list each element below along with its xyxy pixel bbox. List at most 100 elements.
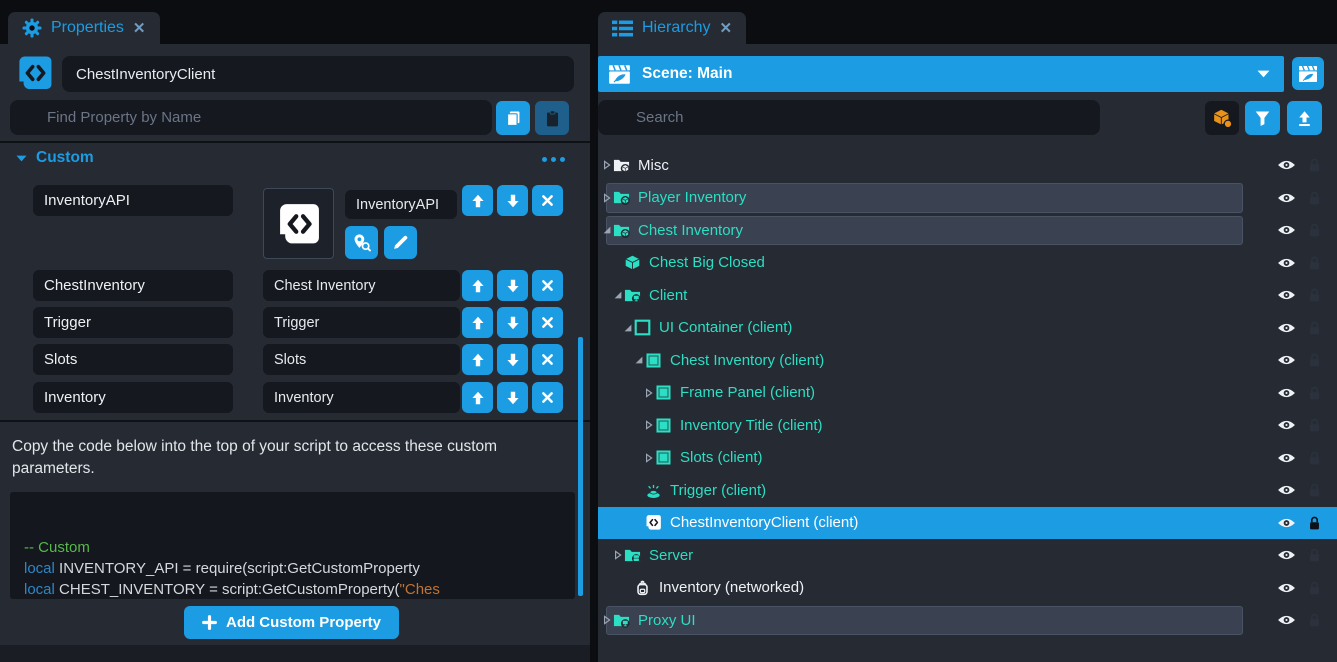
collapse-arrow-icon[interactable]	[602, 225, 612, 235]
move-up-button[interactable]	[462, 185, 493, 216]
script-name-input[interactable]	[62, 56, 574, 92]
eye-icon[interactable]	[1277, 614, 1296, 627]
expand-arrow-icon[interactable]	[644, 388, 654, 398]
eye-icon[interactable]	[1277, 159, 1296, 172]
eye-icon[interactable]	[1277, 354, 1296, 367]
expand-arrow-icon[interactable]	[602, 193, 612, 203]
lock-icon[interactable]	[1308, 190, 1321, 205]
delete-property-button[interactable]	[532, 185, 563, 216]
collapse-arrow-icon[interactable]	[613, 290, 623, 300]
tree-row-player-inventory[interactable]: Player Inventory	[598, 182, 1337, 215]
ellipsis-icon[interactable]	[542, 157, 565, 162]
lock-icon[interactable]	[1308, 613, 1321, 628]
expand-arrow-icon[interactable]	[644, 453, 654, 463]
tab-properties[interactable]: Properties ✕	[8, 12, 160, 44]
caret-down-icon[interactable]	[16, 155, 27, 162]
tree-row-server[interactable]: Server	[598, 539, 1337, 572]
hierarchy-search-input[interactable]	[598, 100, 1100, 135]
find-in-scene-button[interactable]	[345, 226, 378, 259]
eye-icon[interactable]	[1277, 581, 1296, 594]
delete-property-button[interactable]	[532, 270, 563, 301]
collapse-arrow-icon[interactable]	[623, 323, 633, 333]
property-name-field[interactable]: InventoryAPI	[33, 185, 233, 216]
lock-icon[interactable]	[1308, 418, 1321, 433]
eye-icon[interactable]	[1277, 191, 1296, 204]
delete-property-button[interactable]	[532, 382, 563, 413]
tree-row-chest-inventory-client[interactable]: Chest Inventory (client)	[598, 344, 1337, 377]
mesh-toggle-button[interactable]	[1205, 101, 1239, 135]
expand-arrow-icon[interactable]	[602, 160, 612, 170]
property-value-field[interactable]: Inventory	[263, 382, 460, 413]
tree-row-trigger[interactable]: Trigger (client)	[598, 474, 1337, 507]
property-name-field[interactable]: Inventory	[33, 382, 233, 413]
tree-row-inventory-title[interactable]: Inventory Title (client)	[598, 409, 1337, 442]
eye-icon[interactable]	[1277, 516, 1296, 529]
lock-icon[interactable]	[1308, 353, 1321, 368]
eye-icon[interactable]	[1277, 549, 1296, 562]
property-value-field[interactable]: InventoryAPI	[345, 190, 457, 219]
move-up-button[interactable]	[462, 344, 493, 375]
tree-row-chest-big-closed[interactable]: Chest Big Closed	[598, 247, 1337, 280]
move-down-button[interactable]	[497, 344, 528, 375]
find-property-input[interactable]	[10, 100, 492, 135]
move-up-button[interactable]	[462, 382, 493, 413]
lock-icon[interactable]	[1308, 515, 1321, 530]
filter-button[interactable]	[1245, 101, 1280, 135]
tree-row-chestinventoryclient[interactable]: ChestInventoryClient (client)	[598, 507, 1337, 540]
eye-icon[interactable]	[1277, 256, 1296, 269]
tree-row-inventory-networked[interactable]: Inventory (networked)	[598, 572, 1337, 605]
scrollbar[interactable]	[578, 337, 583, 596]
close-icon[interactable]: ✕	[133, 19, 146, 37]
eye-icon[interactable]	[1277, 289, 1296, 302]
new-scene-button[interactable]	[1292, 57, 1324, 90]
tree-row-frame-panel[interactable]: Frame Panel (client)	[598, 377, 1337, 410]
delete-property-button[interactable]	[532, 307, 563, 338]
move-down-button[interactable]	[497, 185, 528, 216]
move-down-button[interactable]	[497, 307, 528, 338]
lock-icon[interactable]	[1308, 450, 1321, 465]
close-icon[interactable]: ✕	[719, 19, 732, 37]
property-value-field[interactable]: Trigger	[263, 307, 460, 338]
lock-icon[interactable]	[1308, 385, 1321, 400]
move-up-button[interactable]	[462, 307, 493, 338]
move-down-button[interactable]	[497, 382, 528, 413]
collapse-arrow-icon[interactable]	[634, 355, 644, 365]
eye-icon[interactable]	[1277, 451, 1296, 464]
scene-selector[interactable]: Scene: Main	[598, 56, 1284, 92]
eye-icon[interactable]	[1277, 386, 1296, 399]
property-name-field[interactable]: Slots	[33, 344, 233, 375]
eye-icon[interactable]	[1277, 321, 1296, 334]
edit-script-button[interactable]	[384, 226, 417, 259]
lock-icon[interactable]	[1308, 223, 1321, 238]
tree-row-ui-container[interactable]: UI Container (client)	[598, 312, 1337, 345]
tree-row-chest-inventory[interactable]: Chest Inventory	[598, 214, 1337, 247]
code-snippet[interactable]: -- Custom local INVENTORY_API = require(…	[10, 492, 575, 599]
expand-arrow-icon[interactable]	[602, 615, 612, 625]
property-value-field[interactable]: Slots	[263, 344, 460, 375]
lock-icon[interactable]	[1308, 255, 1321, 270]
lock-icon[interactable]	[1308, 320, 1321, 335]
tree-row-misc[interactable]: Misc	[598, 149, 1337, 182]
asset-thumbnail[interactable]	[263, 188, 334, 259]
tree-row-slots[interactable]: Slots (client)	[598, 442, 1337, 475]
move-up-button[interactable]	[462, 270, 493, 301]
lock-icon[interactable]	[1308, 580, 1321, 595]
tree-row-proxy-ui[interactable]: Proxy UI	[598, 604, 1337, 637]
export-button[interactable]	[1287, 101, 1322, 135]
add-custom-property-button[interactable]: Add Custom Property	[184, 606, 399, 639]
expand-arrow-icon[interactable]	[613, 550, 623, 560]
lock-icon[interactable]	[1308, 483, 1321, 498]
lock-icon[interactable]	[1308, 288, 1321, 303]
lock-icon[interactable]	[1308, 158, 1321, 173]
eye-icon[interactable]	[1277, 484, 1296, 497]
property-name-field[interactable]: Trigger	[33, 307, 233, 338]
delete-property-button[interactable]	[532, 344, 563, 375]
tree-row-client[interactable]: Client	[598, 279, 1337, 312]
expand-arrow-icon[interactable]	[644, 420, 654, 430]
copy-properties-button[interactable]	[496, 101, 530, 135]
eye-icon[interactable]	[1277, 224, 1296, 237]
property-value-field[interactable]: Chest Inventory	[263, 270, 460, 301]
move-down-button[interactable]	[497, 270, 528, 301]
property-name-field[interactable]: ChestInventory	[33, 270, 233, 301]
paste-properties-button[interactable]	[535, 101, 569, 135]
